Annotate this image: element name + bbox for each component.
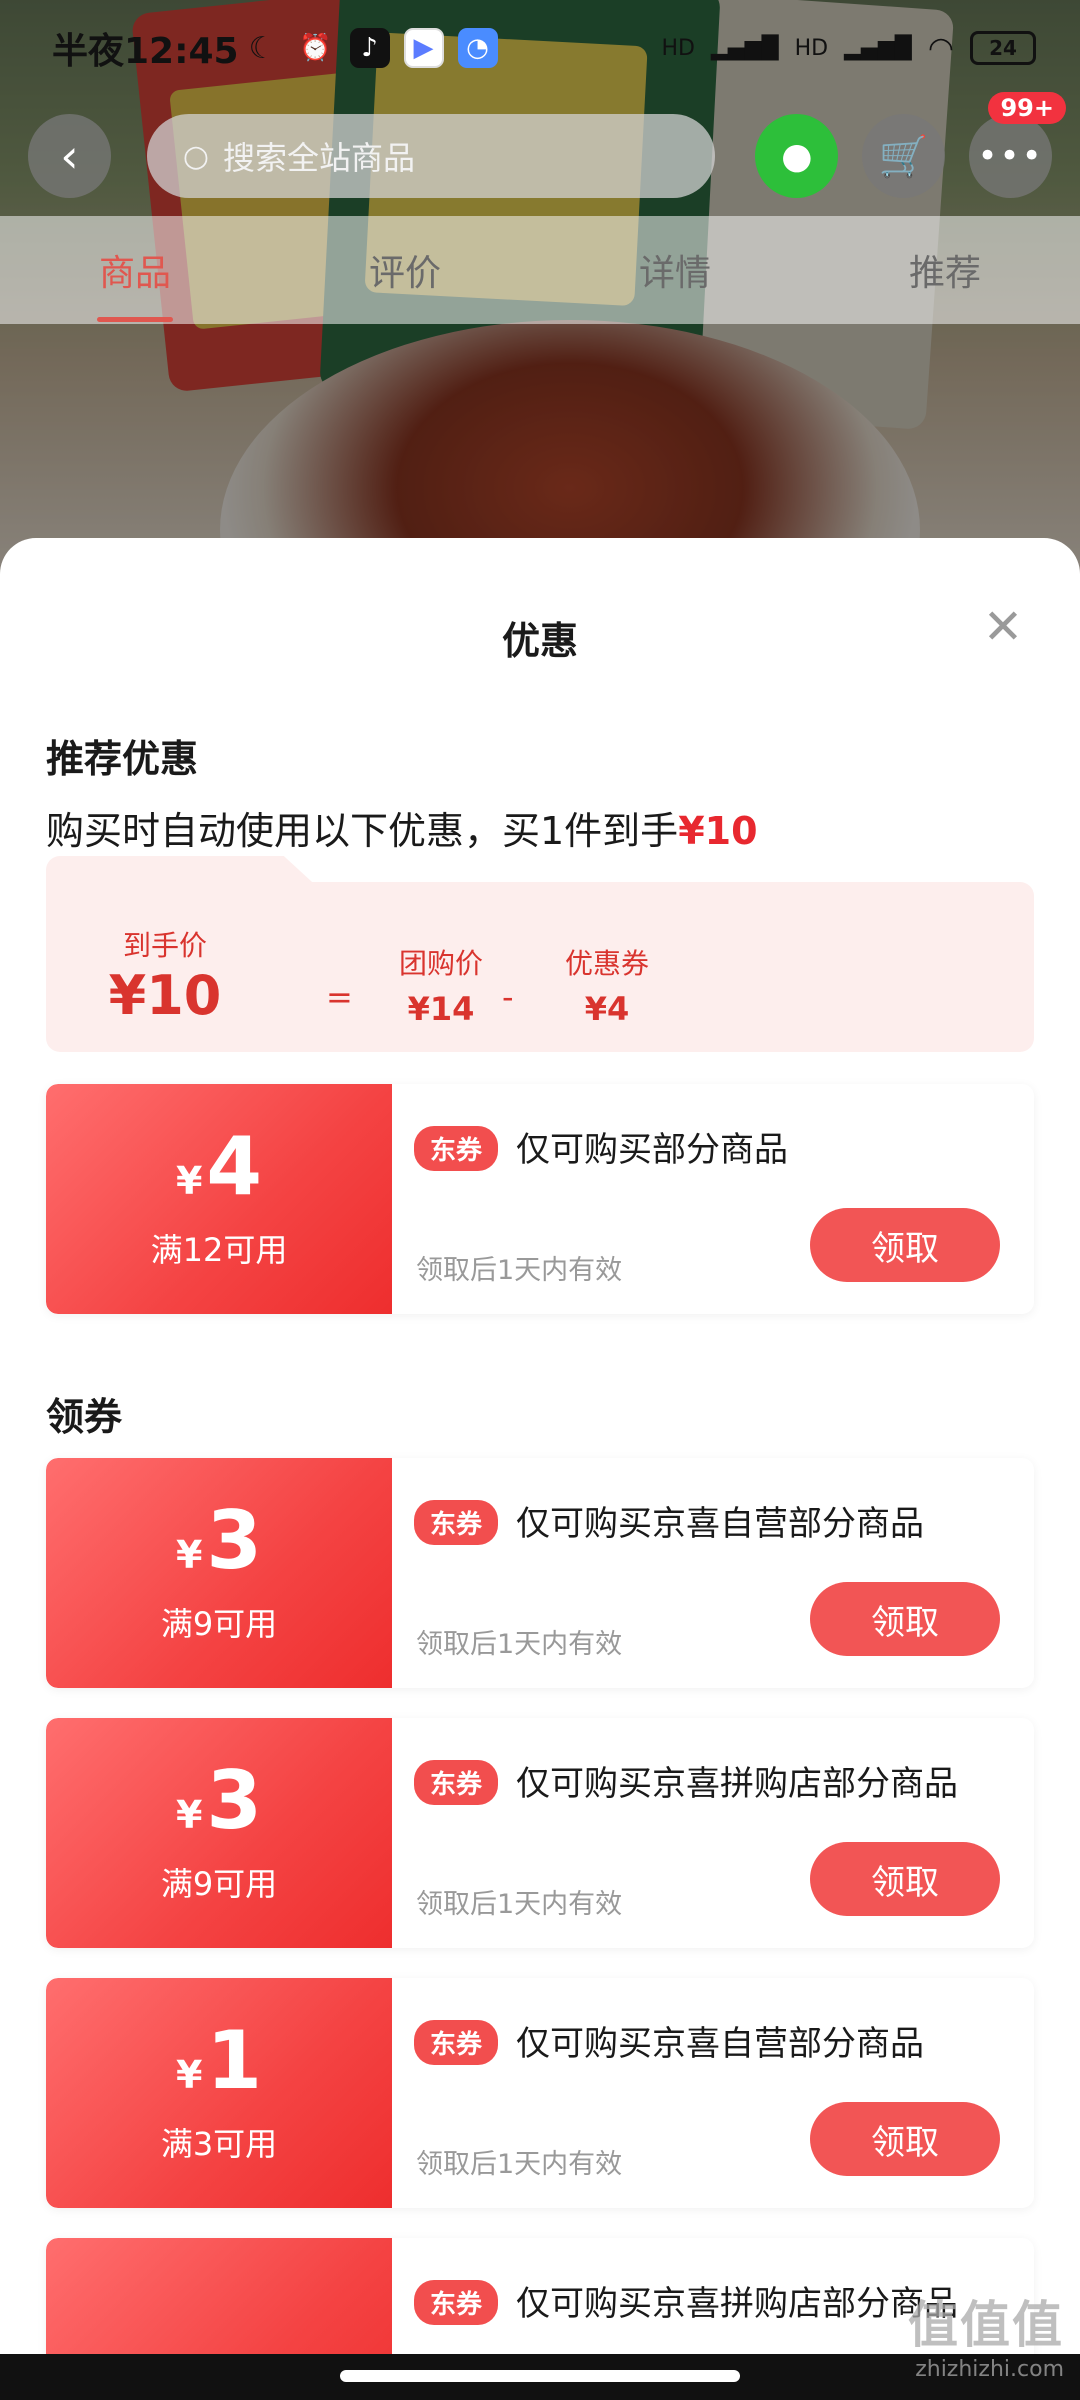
coupon-validity: 领取后1天内有效 bbox=[416, 2149, 623, 2180]
close-button[interactable]: ✕ bbox=[978, 599, 1028, 655]
coupon-condition: 满3可用 bbox=[160, 2125, 278, 2163]
browser-app-icon: ◔ bbox=[457, 28, 498, 68]
claim-button[interactable]: 领取 bbox=[810, 1582, 1000, 1656]
search-placeholder: 搜索全站商品 bbox=[223, 139, 416, 177]
sheet-title: 优惠 bbox=[501, 619, 578, 663]
wechat-share-button[interactable]: ● bbox=[755, 114, 839, 198]
coupon-currency: ¥ bbox=[175, 2053, 203, 2097]
coupon-card: ¥1 满3可用 东券 仅可购买京喜自营部分商品 领取后1天内有效 领取 bbox=[46, 1978, 1034, 2208]
status-bar: 半夜12:45 ☾ ⏰ ♪ ▶ ◔ HD ▂▄▆█ HD ▂▄▆█ ◠ 24 bbox=[0, 0, 1080, 96]
tab-details[interactable]: 详情 bbox=[629, 244, 721, 296]
coupon-type-badge: 东券 bbox=[414, 1500, 499, 1545]
tab-goods[interactable]: 商品 bbox=[89, 244, 181, 322]
tab-reviews[interactable]: 评价 bbox=[359, 244, 451, 296]
coupon-validity: 领取后1天内有效 bbox=[416, 1255, 623, 1286]
coupon-type-badge: 东券 bbox=[414, 2020, 499, 2065]
claim-button[interactable]: 领取 bbox=[810, 1208, 1000, 1282]
signal-icon-2: ▂▄▆█ bbox=[844, 35, 912, 61]
wechat-icon: ● bbox=[781, 135, 813, 177]
signal-icon: ▂▄▆█ bbox=[710, 35, 779, 61]
final-price-value: ¥10 bbox=[108, 964, 222, 1027]
claim-heading: 领券 bbox=[46, 1395, 123, 1439]
coupon-card: ¥3 满9可用 东券 仅可购买京喜拼购店部分商品 领取后1天内有效 领取 bbox=[46, 1718, 1034, 1948]
coupon-value-panel: ¥3 满9可用 bbox=[46, 1458, 392, 1688]
claim-button[interactable]: 领取 bbox=[810, 2102, 1000, 2176]
video-app-icon: ▶ bbox=[403, 28, 444, 68]
tab-recommend[interactable]: 推荐 bbox=[899, 244, 991, 296]
group-price: 团购价 ¥14 bbox=[376, 942, 506, 1028]
site-watermark: 值值值 zhizhizhi.com bbox=[908, 2285, 1064, 2382]
coupon-value-panel: ¥1 满3可用 bbox=[46, 1978, 392, 2208]
wifi-icon: ◠ bbox=[927, 30, 954, 66]
auto-apply-price: ¥10 bbox=[678, 809, 758, 853]
status-time: 半夜12:45 bbox=[52, 31, 239, 72]
claim-button[interactable]: 领取 bbox=[810, 1842, 1000, 1916]
auto-apply-text: 购买时自动使用以下优惠，买1件到手¥10 bbox=[46, 800, 758, 855]
coupon-validity: 领取后1天内有效 bbox=[416, 1889, 623, 1920]
minus-sign: - bbox=[502, 978, 514, 1016]
coupon-discount-label: 优惠券 bbox=[564, 947, 649, 980]
coupon-condition: 满12可用 bbox=[150, 1231, 288, 1269]
recommended-coupon-card: ¥4 满12可用 东券 仅可购买部分商品 领取后1天内有效 领取 bbox=[46, 1084, 1034, 1314]
coupon-amount: 3 bbox=[206, 1494, 263, 1587]
product-top-nav: ‹ ○ 搜索全站商品 ● 🛒 ••• 99+ bbox=[0, 92, 1080, 216]
final-price-label: 到手价 bbox=[122, 929, 207, 962]
tiktok-app-icon: ♪ bbox=[349, 28, 390, 68]
search-input[interactable]: ○ 搜索全站商品 bbox=[146, 114, 716, 198]
auto-apply-prefix: 购买时自动使用以下优惠，买1件到手 bbox=[46, 809, 679, 853]
coupon-value-panel: ¥4 满12可用 bbox=[46, 1084, 392, 1314]
coupon-discount: 优惠券 ¥4 bbox=[542, 942, 672, 1028]
hd-signal-label: HD bbox=[661, 35, 695, 61]
coupon-description: 仅可购买京喜拼购店部分商品 bbox=[516, 2284, 958, 2324]
coupon-description: 仅可购买京喜自营部分商品 bbox=[516, 2024, 924, 2064]
coupon-type-badge: 东券 bbox=[414, 1126, 499, 1171]
coupon-validity: 领取后1天内有效 bbox=[416, 1629, 623, 1660]
watermark-logo: 值值值 bbox=[908, 2296, 1064, 2354]
group-price-label: 团购价 bbox=[398, 947, 483, 980]
coupon-description: 仅可购买部分商品 bbox=[516, 1130, 788, 1170]
coupon-description: 仅可购买京喜拼购店部分商品 bbox=[516, 1764, 958, 1804]
home-indicator[interactable] bbox=[340, 2370, 740, 2382]
product-tabs: 商品 评价 详情 推荐 bbox=[0, 216, 1080, 324]
moon-icon: ☾ bbox=[248, 30, 276, 66]
coupon-currency: ¥ bbox=[175, 1793, 203, 1837]
coupon-discount-value: ¥4 bbox=[584, 990, 630, 1028]
coupon-condition: 满9可用 bbox=[160, 1865, 278, 1903]
alarm-icon: ⏰ bbox=[299, 33, 332, 63]
coupon-currency: ¥ bbox=[175, 1533, 203, 1577]
coupon-card: ¥3 满9可用 东券 仅可购买京喜自营部分商品 领取后1天内有效 领取 bbox=[46, 1458, 1034, 1688]
coupon-currency: ¥ bbox=[175, 1159, 203, 1203]
back-button[interactable]: ‹ bbox=[28, 114, 111, 198]
coupon-value-panel: ¥3 满9可用 bbox=[46, 1718, 392, 1948]
coupon-description: 仅可购买京喜自营部分商品 bbox=[516, 1504, 924, 1544]
hd-signal-label-2: HD bbox=[794, 35, 829, 61]
chevron-left-icon: ‹ bbox=[60, 129, 79, 183]
more-dots-icon: ••• bbox=[977, 136, 1044, 176]
discount-sheet: 优惠 ✕ 推荐优惠 购买时自动使用以下优惠，买1件到手¥10 到手价 ¥10 =… bbox=[0, 538, 1080, 2400]
watermark-site: zhizhizhi.com bbox=[915, 2357, 1064, 2382]
recommend-heading: 推荐优惠 bbox=[46, 737, 199, 781]
notification-badge: 99+ bbox=[988, 92, 1066, 124]
coupon-type-badge: 东券 bbox=[414, 1760, 499, 1805]
coupon-amount: 3 bbox=[206, 1754, 263, 1847]
equals-sign: = bbox=[326, 978, 353, 1016]
close-icon: ✕ bbox=[982, 599, 1024, 655]
search-icon: ○ bbox=[182, 138, 210, 174]
final-price: 到手价 ¥10 bbox=[100, 924, 230, 1027]
coupon-condition: 满9可用 bbox=[160, 1605, 278, 1643]
more-button[interactable]: ••• 99+ bbox=[969, 92, 1066, 198]
coupon-amount: 1 bbox=[206, 2014, 263, 2107]
coupon-type-badge: 东券 bbox=[414, 2280, 499, 2325]
coupon-amount: 4 bbox=[206, 1120, 263, 1213]
price-breakdown: 到手价 ¥10 = 团购价 ¥14 - 优惠券 ¥4 bbox=[46, 856, 1034, 1052]
group-price-value: ¥14 bbox=[407, 990, 475, 1028]
battery-icon: 24 bbox=[970, 31, 1036, 65]
cart-icon: 🛒 bbox=[878, 133, 929, 180]
cart-button[interactable]: 🛒 bbox=[862, 114, 946, 198]
